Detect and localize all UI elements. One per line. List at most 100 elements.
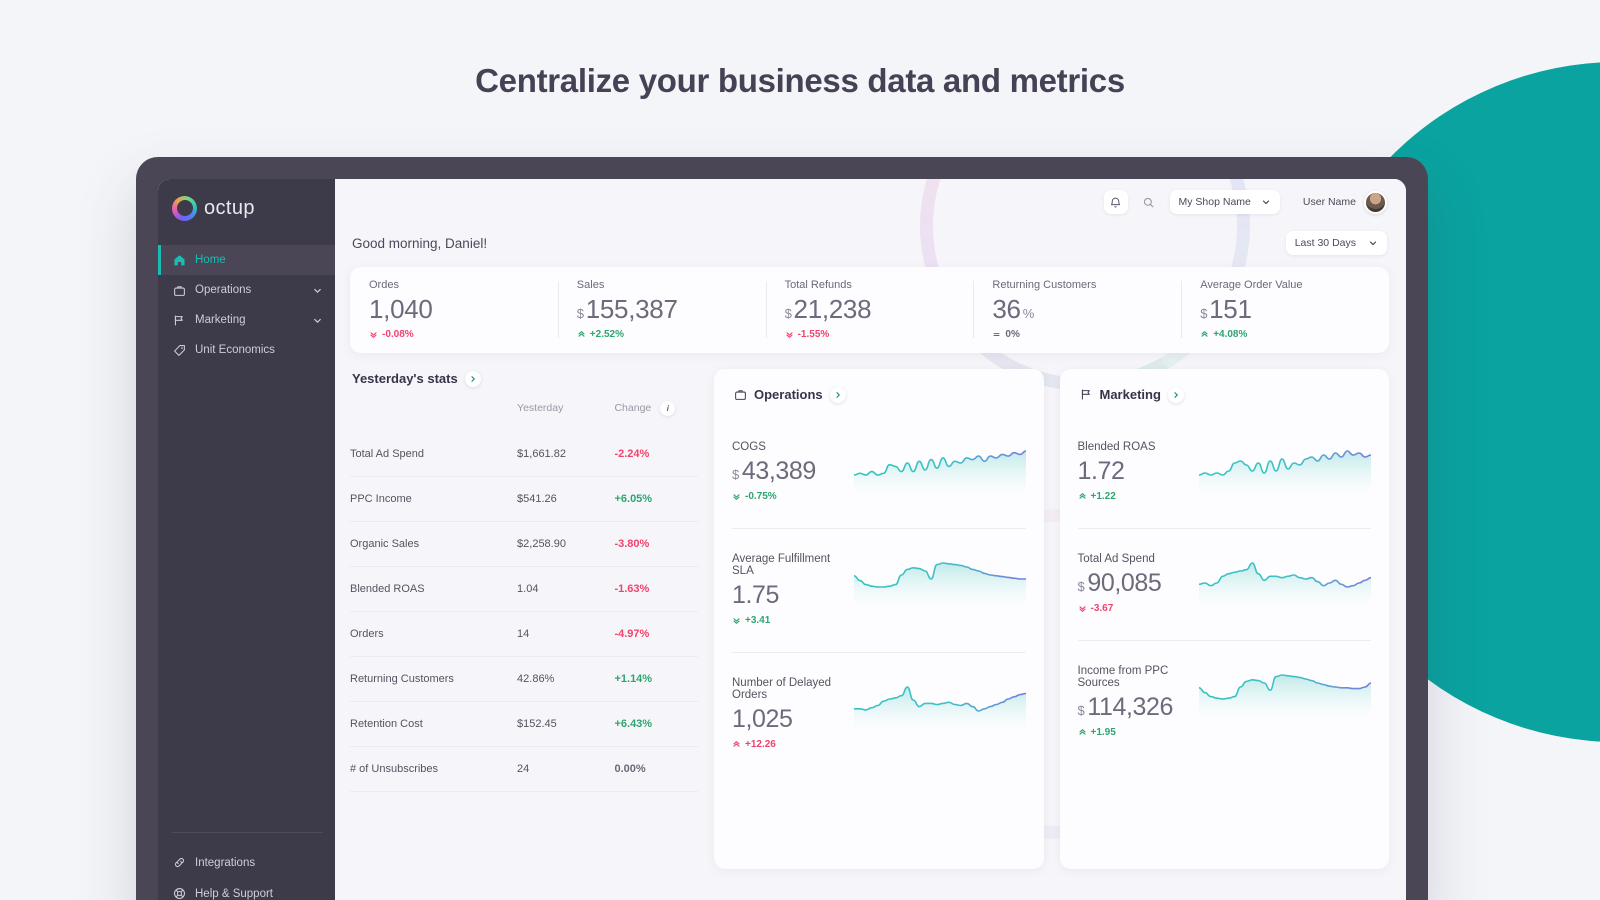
- shop-selector[interactable]: My Shop Name: [1169, 190, 1280, 214]
- row-metric-label: Retention Cost: [350, 701, 518, 747]
- table-header-row: Yesterday Change i: [350, 400, 698, 432]
- metric-delta: +1.22: [1078, 491, 1156, 502]
- metric-label: Total Ad Spend: [1077, 552, 1155, 565]
- sidebar-item-integrations[interactable]: Integrations: [158, 847, 335, 878]
- sidebar-item-label: Help & Support: [195, 887, 273, 900]
- metric-value: 1.72: [1078, 457, 1156, 486]
- row-change-value: -4.97%: [614, 611, 698, 657]
- kpi-currency-unit: $: [1200, 306, 1208, 321]
- table-row: Organic Sales $2,258.90 -3.80%: [350, 521, 698, 567]
- metric-currency-unit: $: [732, 466, 739, 482]
- kpi-card: Average Order Value $151 +4.08%: [1181, 279, 1389, 340]
- sidebar-item-help-support[interactable]: Help & Support: [158, 878, 335, 900]
- kpi-label: Returning Customers: [992, 279, 1097, 291]
- main-content: My Shop Name User Name Good morning, Dan…: [335, 179, 1406, 900]
- metric-delta-value: +3.41: [745, 614, 771, 626]
- metric-delta: +12.26: [732, 739, 844, 750]
- user-menu[interactable]: User Name: [1303, 190, 1387, 214]
- search-icon[interactable]: [1137, 190, 1161, 214]
- trend-up-icon: [1200, 330, 1209, 339]
- avg-fulfillment-sla-sparkline: [853, 557, 1026, 607]
- lifebuoy-icon: [172, 887, 186, 900]
- kpi-delta: +4.08%: [1200, 329, 1370, 340]
- greeting-row: Good morning, Daniel! Last 30 Days: [350, 225, 1389, 267]
- trend-up-icon: [732, 492, 741, 501]
- metric-label: Income from PPC Sources: [1077, 664, 1169, 689]
- sidebar-item-label: Marketing: [195, 314, 246, 326]
- sidebar-item-label: Integrations: [195, 856, 256, 869]
- kpi-card: Returning Customers 36% 0%: [973, 279, 1181, 340]
- metric-number: 114,326: [1087, 692, 1174, 721]
- row-yesterday-value: 1.04: [517, 566, 615, 612]
- megaphone-icon: [172, 313, 186, 327]
- info-icon[interactable]: i: [660, 400, 676, 416]
- kpi-value: 36%: [992, 295, 1162, 324]
- row-change-value: 0.00%: [614, 746, 698, 792]
- table-row: Orders 14 -4.97%: [350, 611, 698, 657]
- row-yesterday-value: $541.26: [517, 476, 615, 522]
- section-title: Yesterday's stats: [352, 371, 458, 387]
- sidebar-item-unit-economics[interactable]: Unit Economics: [158, 335, 335, 365]
- sidebar-item-home[interactable]: Home: [158, 245, 335, 275]
- kpi-label: Sales: [576, 279, 605, 291]
- date-range-selector[interactable]: Last 30 Days: [1285, 231, 1387, 255]
- metric-number: 90,085: [1087, 568, 1162, 597]
- page-title: Centralize your business data and metric…: [475, 62, 1125, 99]
- operations-metric-row: Number of Delayed Orders 1,025 +12.26: [732, 653, 1026, 776]
- chevron-down-icon[interactable]: [312, 315, 323, 326]
- marketing-header: Marketing: [1078, 385, 1372, 417]
- operations-card: Operations COGS $43,389 -0.75% Average Fulf…: [714, 368, 1044, 869]
- chevron-right-icon[interactable]: [829, 386, 846, 403]
- metric-delta: +3.41: [732, 615, 844, 626]
- metric-label: Average Fulfillment SLA: [732, 552, 831, 577]
- chevron-right-icon[interactable]: [464, 370, 481, 387]
- octup-ring-logo-icon: [172, 195, 197, 221]
- row-change-value: +1.14%: [614, 656, 698, 702]
- chevron-down-icon[interactable]: [312, 285, 323, 296]
- cogs-sparkline: [853, 445, 1026, 495]
- metric-delta-value: -3.67: [1090, 602, 1114, 614]
- kpi-delta: +2.52%: [577, 329, 747, 340]
- marketing-metric-row: Total Ad Spend $90,085 -3.67: [1077, 529, 1371, 641]
- kpi-summary-strip: Ordes 1,040 -0.08% Sales $155,387 +2.52% Total…: [350, 267, 1389, 353]
- brand-logo[interactable]: octup: [158, 179, 335, 237]
- kpi-card: Total Refunds $21,238 -1.55%: [765, 279, 974, 340]
- sidebar-nav: Home Operations Marketing Unit Economics: [158, 245, 335, 365]
- sidebar-item-label: Operations: [195, 284, 252, 296]
- operations-metric-row: Average Fulfillment SLA 1.75 +3.41: [732, 529, 1026, 653]
- sidebar-item-marketing[interactable]: Marketing: [158, 305, 335, 335]
- row-metric-label: # of Unsubscribes: [350, 746, 518, 792]
- marketing-metric-row: Income from PPC Sources $114,326 +1.95: [1077, 641, 1371, 764]
- metric-value: $43,389: [732, 457, 816, 486]
- bell-icon[interactable]: [1103, 190, 1128, 214]
- table-row: Total Ad Spend $1,661.82 -2.24%: [350, 431, 698, 477]
- kpi-number: 21,238: [793, 294, 872, 324]
- table-row: # of Unsubscribes 24 0.00%: [350, 746, 698, 792]
- metric-delta: -3.67: [1078, 603, 1162, 614]
- col-header-yesterday: Yesterday: [517, 402, 564, 415]
- metric-currency-unit: $: [1077, 578, 1085, 594]
- metric-delta-value: -0.75%: [745, 490, 777, 502]
- row-yesterday-value: $2,258.90: [517, 521, 615, 567]
- table-row: Retention Cost $152.45 +6.43%: [350, 701, 698, 747]
- greeting-text: Good morning, Daniel!: [352, 235, 488, 251]
- sidebar-item-operations[interactable]: Operations: [158, 275, 335, 305]
- trend-equal-icon: [992, 330, 1001, 339]
- kpi-currency-unit: $: [784, 306, 792, 321]
- kpi-delta-value: +2.52%: [589, 328, 624, 340]
- operations-metric-row: COGS $43,389 -0.75%: [732, 417, 1026, 529]
- avatar[interactable]: [1364, 190, 1387, 214]
- total-ad-spend-sparkline: [1199, 557, 1371, 607]
- kpi-delta-value: 0%: [1005, 328, 1020, 340]
- metric-number: 43,389: [741, 456, 816, 485]
- trend-up-icon: [577, 330, 586, 339]
- sidebar-footer: Integrations Help & Support: [158, 832, 335, 900]
- kpi-label: Ordes: [369, 279, 399, 291]
- metric-number: 1.72: [1077, 456, 1125, 485]
- kpi-value: $155,387: [577, 295, 747, 324]
- chevron-right-icon[interactable]: [1167, 386, 1184, 403]
- row-yesterday-value: 24: [517, 746, 615, 792]
- dashboard-columns: Yesterday's stats Yesterday Change i Tot…: [350, 368, 1389, 869]
- table-row: Returning Customers 42.86% +1.14%: [350, 656, 698, 702]
- dashboard-device-frame: octup Home Operations Marketing Unit Eco…: [136, 157, 1428, 900]
